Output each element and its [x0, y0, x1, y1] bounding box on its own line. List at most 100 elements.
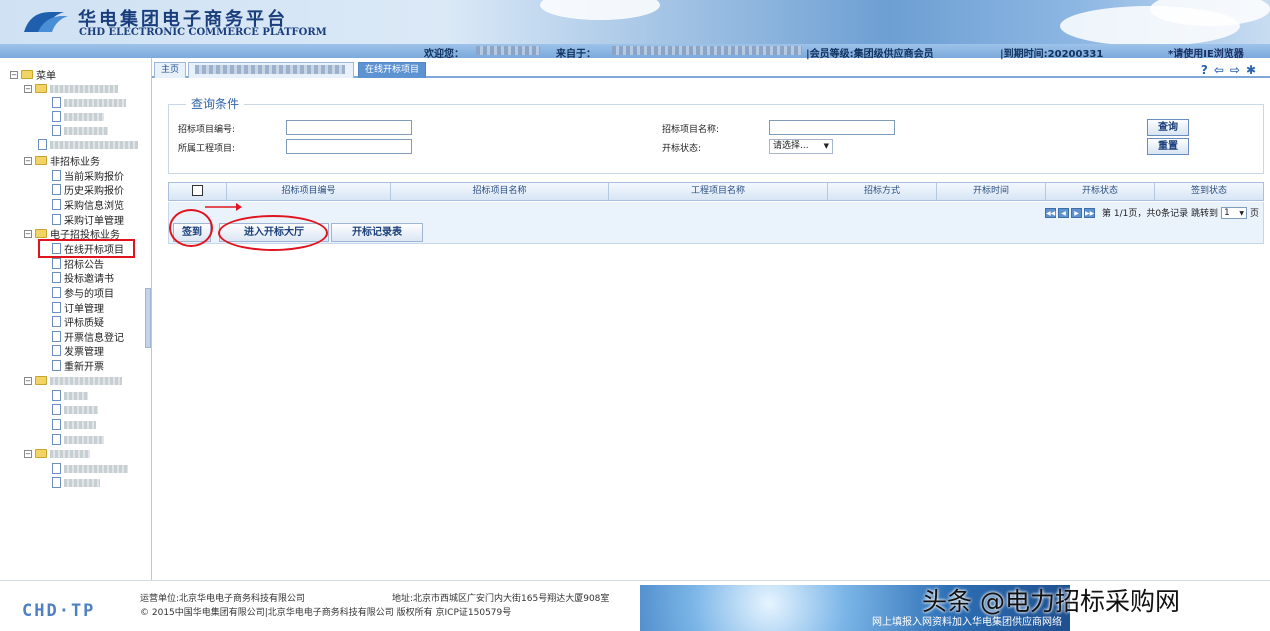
column-header[interactable]: 工程项目名称	[609, 183, 828, 200]
tab-online-opening[interactable]: 在线开标项目	[358, 62, 427, 78]
tree-item-hidden[interactable]	[52, 476, 100, 489]
tab-bar: 主页 在线开标项目 ?⇦⇨✱	[152, 60, 1270, 78]
prev-page-icon[interactable]: ◀	[1058, 207, 1070, 218]
tree-root[interactable]: − 菜单	[10, 68, 56, 82]
project-input[interactable]	[286, 139, 412, 154]
tree-item-label: 参与的项目	[64, 289, 114, 300]
sidebar-splitter-handle[interactable]	[145, 288, 151, 348]
tree-group-hidden[interactable]: −	[24, 374, 122, 387]
status-select-value: 请选择...	[773, 141, 809, 151]
tree-item-hidden[interactable]	[52, 433, 104, 446]
from-label: 来自于：	[556, 49, 596, 60]
page-icon	[52, 345, 61, 356]
page-icon	[52, 258, 61, 269]
sidebar-item-purchase-info[interactable]: 采购信息浏览	[52, 198, 124, 212]
page-icon	[52, 170, 61, 181]
help-icon[interactable]: ?	[1201, 63, 1214, 77]
bid-no-input[interactable]	[286, 120, 412, 135]
column-header[interactable]: 招标方式	[828, 183, 937, 200]
select-all-cell	[169, 183, 227, 200]
sidebar-item-reissue-invoice[interactable]: 重新开票	[52, 359, 104, 373]
page-icon	[52, 434, 61, 445]
tree-item-hidden[interactable]	[52, 462, 128, 475]
chd-logo-icon	[24, 12, 68, 32]
toolbar-icons: ?⇦⇨✱	[1201, 63, 1262, 77]
page-icon	[52, 111, 61, 122]
collapse-icon[interactable]: −	[24, 449, 32, 458]
column-header[interactable]: 签到状态	[1155, 183, 1263, 200]
forward-icon[interactable]: ⇨	[1230, 63, 1246, 77]
tree-item-hidden[interactable]	[52, 96, 126, 109]
tree-item-hidden[interactable]	[52, 110, 104, 123]
records-button[interactable]: 开标记录表	[331, 223, 423, 242]
folder-icon	[35, 156, 47, 165]
sidebar-item-history-quote[interactable]: 历史采购报价	[52, 183, 124, 197]
project-label: 所属工程项目:	[178, 144, 236, 154]
tree-item-hidden[interactable]	[52, 124, 108, 137]
tree-item-label: 投标邀请书	[64, 274, 114, 285]
page-icon	[52, 360, 61, 371]
column-header[interactable]: 开标时间	[937, 183, 1046, 200]
annotation-circle-enter-hall	[218, 215, 328, 251]
first-page-icon[interactable]: ◀◀	[1045, 207, 1057, 218]
tree-group-hidden[interactable]: −	[24, 82, 118, 95]
tree-item-label: 采购订单管理	[64, 216, 124, 227]
collapse-icon[interactable]: −	[24, 376, 32, 385]
bid-name-input[interactable]	[769, 120, 895, 135]
collapse-icon[interactable]: −	[10, 70, 18, 79]
next-page-icon[interactable]: ▶	[1071, 207, 1083, 218]
tree-item-label: 重新开票	[64, 362, 104, 373]
tree-item-label: 评标质疑	[64, 318, 104, 329]
folder-icon	[35, 449, 47, 458]
reset-button[interactable]: 重置	[1147, 138, 1189, 155]
page-icon	[52, 404, 61, 415]
page-jump-value: 1	[1223, 207, 1230, 218]
tab-hidden[interactable]	[188, 62, 354, 78]
back-icon[interactable]: ⇦	[1214, 63, 1230, 77]
sidebar-item-my-projects[interactable]: 参与的项目	[52, 286, 114, 300]
annotation-arrow-icon	[205, 203, 242, 211]
sidebar-item-bid-notice[interactable]: 招标公告	[52, 257, 104, 271]
pager-info: 第 1/1页，共0条记录 跳转到	[1102, 209, 1218, 219]
tab-home[interactable]: 主页	[154, 62, 187, 78]
annotation-highlight-box	[38, 239, 135, 258]
search-button[interactable]: 查询	[1147, 119, 1189, 136]
chevron-down-icon: ▼	[823, 142, 829, 150]
collapse-icon[interactable]: −	[24, 156, 32, 165]
sidebar-item-invitation[interactable]: 投标邀请书	[52, 271, 114, 285]
tree-item-hidden[interactable]	[52, 418, 96, 431]
folder-icon	[35, 229, 47, 238]
tree-root-label: 菜单	[36, 71, 56, 82]
page-icon	[52, 477, 61, 488]
page-icon	[52, 125, 61, 136]
tree-item-hidden[interactable]	[52, 389, 88, 402]
refresh-icon[interactable]: ✱	[1246, 63, 1262, 77]
column-header[interactable]: 招标项目编号	[227, 183, 391, 200]
column-header[interactable]: 开标状态	[1046, 183, 1155, 200]
footer-logo: CHD·TP	[22, 601, 96, 621]
collapse-icon[interactable]: −	[24, 229, 32, 238]
sidebar-item-order-manage[interactable]: 采购订单管理	[52, 213, 124, 227]
page-jump-select[interactable]: 1 ▼	[1220, 206, 1247, 219]
tree-item-hidden[interactable]	[52, 403, 98, 416]
collapse-icon[interactable]: −	[24, 84, 32, 93]
status-select[interactable]: 请选择... ▼	[769, 139, 833, 154]
tree-group-non-bid[interactable]: − 非招标业务	[24, 154, 100, 168]
result-table-header: 招标项目编号 招标项目名称 工程项目名称 招标方式 开标时间 开标状态 签到状态	[168, 182, 1264, 201]
annotation-circle-sign-in	[169, 209, 213, 247]
sidebar-item-invoice-info[interactable]: 开票信息登记	[52, 330, 124, 344]
select-all-checkbox[interactable]	[192, 185, 203, 196]
sidebar-item-evaluation-query[interactable]: 评标质疑	[52, 315, 104, 329]
bid-name-label: 招标项目名称:	[662, 125, 720, 135]
footer-copyright: © 2015中国华电集团有限公司|北京华电电子商务科技有限公司 版权所有 京IC…	[140, 608, 512, 618]
tree-group-hidden[interactable]: −	[24, 447, 90, 460]
last-page-icon[interactable]: ▶▶	[1084, 207, 1096, 218]
column-header[interactable]: 招标项目名称	[391, 183, 609, 200]
tree-item-label: 历史采购报价	[64, 186, 124, 197]
tree-item-hidden[interactable]	[38, 138, 138, 151]
sidebar-item-orders[interactable]: 订单管理	[52, 301, 104, 315]
sidebar-item-invoice-manage[interactable]: 发票管理	[52, 344, 104, 358]
sidebar-item-current-quote[interactable]: 当前采购报价	[52, 169, 124, 183]
page-icon	[52, 390, 61, 401]
footer-operator: 运营单位:北京华电电子商务科技有限公司	[140, 594, 306, 604]
